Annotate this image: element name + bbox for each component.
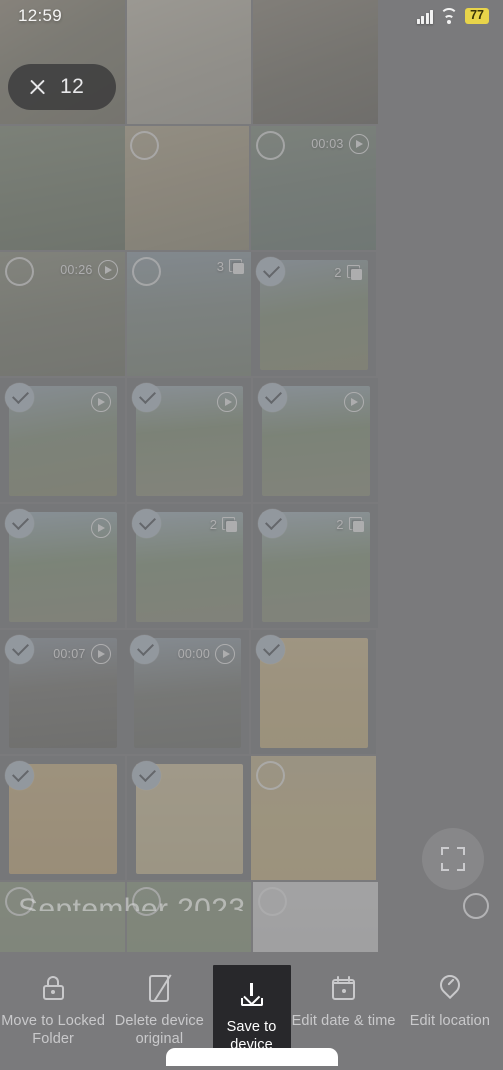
checked-circle-icon[interactable]: [129, 635, 159, 664]
photo-cell[interactable]: [0, 504, 125, 628]
checked-circle-icon[interactable]: [5, 383, 34, 412]
stack-count-label: 2: [209, 517, 217, 532]
play-icon: [343, 392, 364, 412]
calendar-icon: [327, 971, 361, 1005]
video-badge: [217, 392, 237, 412]
unchecked-circle-icon[interactable]: [5, 257, 34, 286]
date-select-all-circle-icon[interactable]: [463, 893, 489, 919]
photo-thumbnail: [0, 126, 125, 250]
photo-cell[interactable]: [251, 756, 376, 880]
stack-badge: 2: [210, 517, 237, 532]
photo-cell[interactable]: 00:26: [0, 252, 125, 376]
stack-count-label: 2: [334, 265, 342, 280]
edit-date-time-label: Edit date & time: [291, 1013, 396, 1029]
video-duration-label: 00:07: [53, 647, 86, 661]
checked-circle-icon[interactable]: [5, 761, 34, 790]
select-mode-fab[interactable]: [422, 828, 484, 890]
video-duration-label: 00:00: [177, 647, 210, 661]
unchecked-circle-icon[interactable]: [256, 761, 285, 790]
stack-squares-icon: [348, 517, 364, 532]
play-icon: [90, 518, 111, 538]
photo-cell[interactable]: [253, 378, 378, 502]
save-to-device-button[interactable]: Save to device: [212, 965, 291, 1061]
photo-cell[interactable]: 2: [126, 504, 251, 628]
stack-badge: 2: [336, 517, 364, 532]
checked-circle-icon[interactable]: [5, 635, 34, 664]
photo-cell[interactable]: 00:07: [0, 630, 125, 754]
checked-circle-icon[interactable]: [131, 509, 161, 538]
stack-badge: 2: [334, 265, 362, 280]
play-icon: [215, 644, 235, 664]
photos-selection-screen: 00:03 00:26 3 2 2 2 00:07 00:00 12:59 77 12 Sep…: [0, 0, 503, 1070]
photo-cell[interactable]: [0, 756, 125, 880]
selection-count-label: 12: [60, 75, 85, 98]
play-icon: [348, 134, 369, 154]
play-icon: [90, 644, 111, 664]
video-badge: 00:26: [60, 260, 118, 280]
video-badge: [90, 518, 111, 538]
date-header-label: September 2023: [18, 893, 246, 911]
checked-circle-icon[interactable]: [5, 509, 34, 538]
checked-circle-icon[interactable]: [131, 383, 161, 412]
photo-cell[interactable]: [0, 126, 125, 250]
photo-cell[interactable]: 00:03: [251, 126, 376, 250]
photo-cell[interactable]: [126, 0, 251, 124]
video-duration-label: 00:03: [311, 137, 344, 151]
phone-slash-icon: [142, 971, 176, 1005]
stack-badge: 3: [217, 259, 244, 274]
photo-cell[interactable]: 2: [251, 252, 376, 376]
photo-cell[interactable]: 00:00: [124, 630, 249, 754]
delete-device-original-label: Delete device original: [114, 1013, 204, 1047]
photo-thumbnail: [126, 0, 251, 124]
video-badge: 00:00: [178, 644, 235, 664]
video-duration-label: 00:26: [60, 263, 93, 277]
photo-cell[interactable]: [251, 630, 376, 754]
stack-squares-icon: [346, 265, 362, 280]
checked-circle-icon[interactable]: [256, 257, 285, 286]
play-icon: [217, 392, 237, 412]
video-badge: 00:07: [53, 644, 111, 664]
video-badge: [343, 392, 364, 412]
checked-circle-icon[interactable]: [131, 761, 161, 790]
video-badge: [90, 392, 111, 412]
play-icon: [90, 392, 111, 412]
select-brackets-icon: [441, 847, 465, 871]
download-icon: [235, 977, 269, 1011]
map-pin-edit-icon: [433, 970, 467, 1005]
unchecked-circle-icon[interactable]: [131, 257, 161, 286]
home-indicator-pill: [165, 1048, 338, 1066]
photo-cell[interactable]: 2: [253, 504, 378, 628]
edit-location-label: Edit location: [409, 1013, 491, 1029]
play-icon: [97, 260, 118, 280]
stack-squares-icon: [229, 259, 244, 274]
photo-cell[interactable]: [0, 378, 125, 502]
move-to-locked-folder-label: Move to Locked Folder: [1, 1013, 105, 1047]
lock-icon: [36, 971, 70, 1005]
photo-cell[interactable]: [253, 0, 378, 124]
photo-cell[interactable]: [126, 378, 251, 502]
unchecked-circle-icon[interactable]: [129, 131, 159, 160]
photo-cell[interactable]: [124, 126, 249, 250]
selection-count-pill[interactable]: 12: [8, 64, 116, 110]
close-x-icon[interactable]: [28, 78, 47, 97]
checked-circle-icon[interactable]: [256, 635, 285, 664]
checked-circle-icon[interactable]: [258, 509, 287, 538]
video-badge: 00:03: [311, 134, 369, 154]
photo-cell[interactable]: 3: [126, 252, 251, 376]
checked-circle-icon[interactable]: [258, 383, 287, 412]
stack-squares-icon: [222, 517, 237, 532]
photo-thumbnail: [253, 0, 378, 124]
unchecked-circle-icon[interactable]: [256, 131, 285, 160]
stack-count-label: 2: [336, 517, 344, 532]
date-header-clip: September 2023: [0, 893, 503, 911]
home-indicator: [0, 1048, 503, 1070]
photo-cell[interactable]: [126, 756, 251, 880]
stack-count-label: 3: [216, 259, 224, 274]
